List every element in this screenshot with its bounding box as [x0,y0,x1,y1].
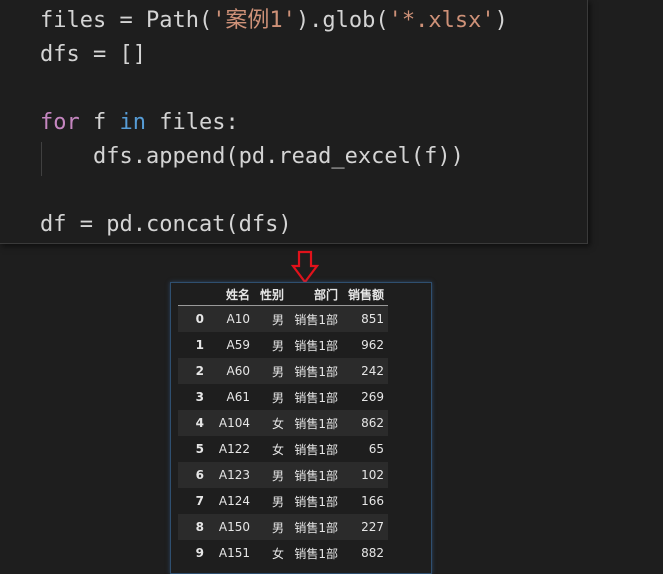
row-index: 8 [195,520,204,534]
cell-gender: 男 [271,364,284,379]
cell-sales: 269 [361,390,384,404]
cell-dept: 销售1部 [294,546,338,561]
code-string: '*.xlsx' [388,8,495,33]
row-index: 0 [195,312,204,326]
cell-gender: 男 [271,520,284,535]
cell-sales: 65 [368,442,384,456]
row-index: 7 [195,494,204,508]
cell-sales: 227 [361,520,384,534]
cell-gender: 男 [271,338,284,353]
code-keyword: for [40,110,80,135]
cell-gender: 男 [271,468,284,483]
cell-name: A124 [218,494,250,508]
cell-dept: 销售1部 [294,468,338,483]
cell-sales: 166 [361,494,384,508]
cell-name: A122 [218,442,250,456]
cell-name: A61 [226,390,250,404]
cell-gender: 女 [271,416,284,431]
cell-gender: 女 [271,546,284,561]
cell-sales: 851 [361,312,384,326]
cell-name: A60 [226,364,250,378]
cell-name: A104 [218,416,250,430]
row-index: 4 [195,416,204,430]
row-index: 6 [195,468,204,482]
cell-gender: 男 [271,390,284,405]
dataframe-output: 姓名 性别 部门 销售额 0 A10 男 销售1部 851 1 A59 男 销售… [170,282,432,574]
table-row: 7 A124 男 销售1部 166 [178,488,388,514]
cell-gender: 男 [271,312,284,327]
down-arrow-icon [291,250,319,284]
cell-dept: 销售1部 [294,312,338,327]
cell-name: A10 [226,312,250,326]
cell-name: A150 [218,520,250,534]
table-row: 8 A150 男 销售1部 227 [178,514,388,540]
cell-sales: 102 [361,468,384,482]
code-token: files = Path( [40,8,213,33]
code-keyword: in [119,110,147,135]
table-row: 0 A10 男 销售1部 851 [178,305,388,332]
dataframe-table: 姓名 性别 部门 销售额 0 A10 男 销售1部 851 1 A59 男 销售… [178,283,388,566]
column-header: 销售额 [342,283,388,306]
code-line-1: files = Path('案例1').glob('*.xlsx') [40,4,508,38]
cell-sales: 862 [361,416,384,430]
code-string: '案例1' [212,8,296,33]
row-index: 2 [195,364,204,378]
code-line-7: df = pd.concat(dfs) [40,212,292,237]
code-line-2: dfs = [] [40,42,146,67]
column-header [178,283,208,306]
cell-name: A59 [226,338,250,352]
row-index: 5 [195,442,204,456]
code-token: f [79,110,120,135]
code-editor[interactable]: files = Path('案例1').glob('*.xlsx') dfs =… [0,0,588,244]
cell-dept: 销售1部 [294,338,338,353]
cell-sales: 242 [361,364,384,378]
column-header: 部门 [288,283,342,306]
code-token: ) [494,8,508,33]
code-token: ).glob( [295,8,389,33]
code-token: files: [146,110,239,135]
column-header: 性别 [254,283,288,306]
row-index: 9 [195,546,204,560]
cell-dept: 销售1部 [294,364,338,379]
cell-sales: 962 [361,338,384,352]
cell-gender: 男 [271,494,284,509]
row-index: 3 [195,390,204,404]
table-header-row: 姓名 性别 部门 销售额 [178,283,388,306]
cell-gender: 女 [271,442,284,457]
cell-dept: 销售1部 [294,416,338,431]
row-index: 1 [195,338,204,352]
cell-name: A123 [218,468,250,482]
cell-dept: 销售1部 [294,520,338,535]
cell-name: A151 [218,546,250,560]
column-header: 姓名 [208,283,254,306]
table-row: 5 A122 女 销售1部 65 [178,436,388,462]
cell-dept: 销售1部 [294,390,338,405]
cell-dept: 销售1部 [294,494,338,509]
code-line-5: dfs.append(pd.read_excel(f)) [40,144,464,169]
table-row: 1 A59 男 销售1部 962 [178,332,388,358]
code-line-4: for f in files: [40,106,239,140]
table-row: 4 A104 女 销售1部 862 [178,410,388,436]
table-row: 9 A151 女 销售1部 882 [178,540,388,566]
table-row: 3 A61 男 销售1部 269 [178,384,388,410]
cell-dept: 销售1部 [294,442,338,457]
table-row: 6 A123 男 销售1部 102 [178,462,388,488]
cell-sales: 882 [361,546,384,560]
table-row: 2 A60 男 销售1部 242 [178,358,388,384]
